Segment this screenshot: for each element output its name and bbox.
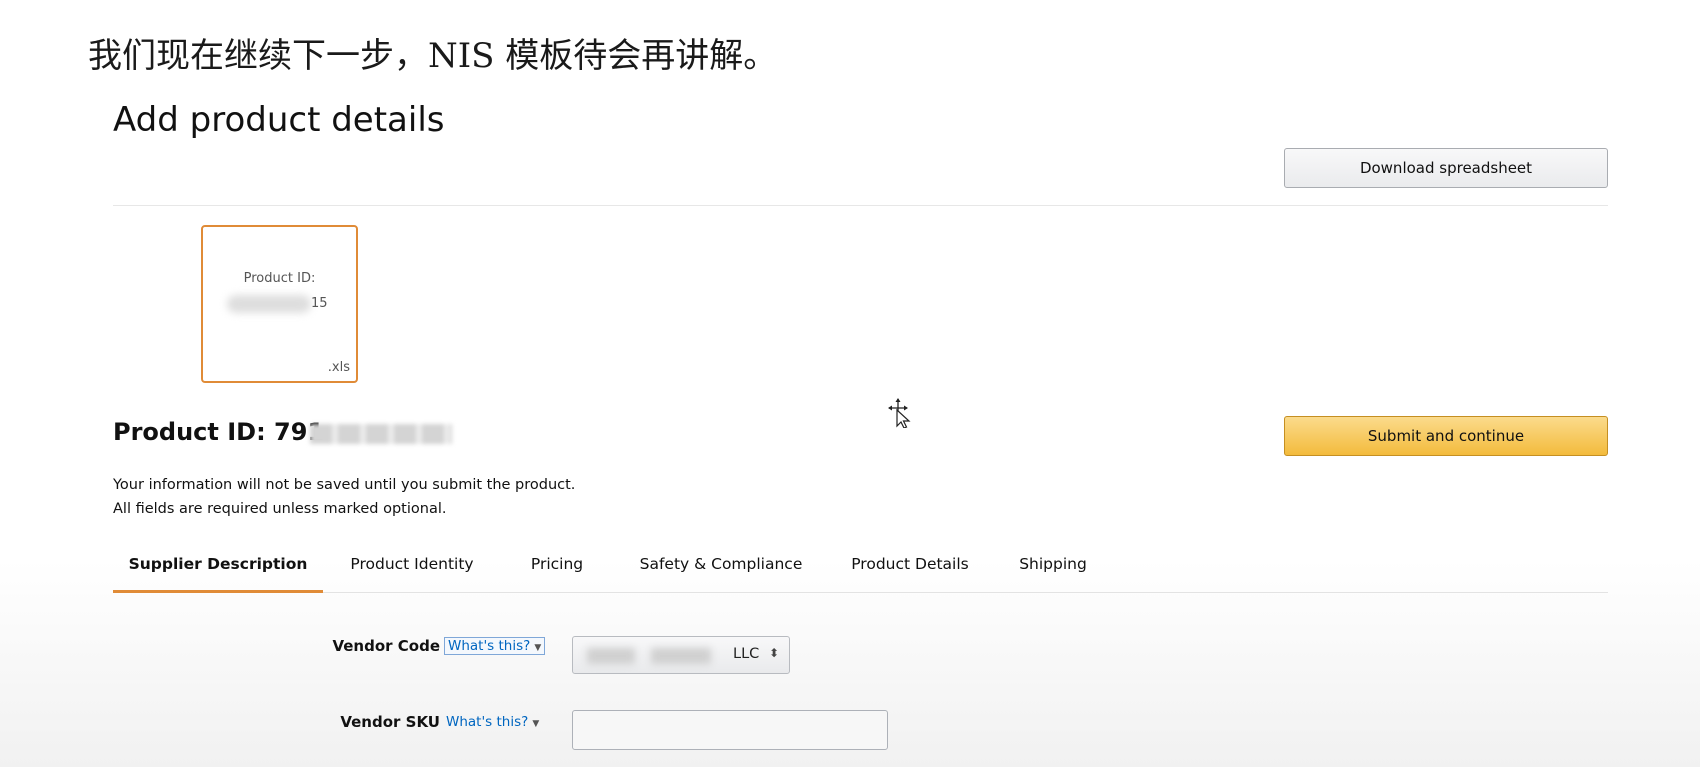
spreadsheet-file-card[interactable]: Product ID: 15 .xls xyxy=(201,225,358,383)
redacted-blur xyxy=(227,295,311,313)
tab-product-details[interactable]: Product Details xyxy=(829,549,991,593)
vendor-code-label: Vendor Code xyxy=(332,637,440,655)
tab-supplier-description[interactable]: Supplier Description xyxy=(113,549,323,593)
vendor-sku-label: Vendor SKU xyxy=(340,713,440,731)
download-spreadsheet-button[interactable]: Download spreadsheet xyxy=(1284,148,1608,188)
file-card-product-id: 15 xyxy=(227,293,332,315)
caret-down-icon: ▼ xyxy=(534,643,542,653)
move-cursor-icon xyxy=(888,398,911,428)
vendor-sku-input[interactable] xyxy=(572,710,888,750)
product-tabs: Supplier Description Product Identity Pr… xyxy=(113,549,1608,593)
tab-safety-compliance[interactable]: Safety & Compliance xyxy=(613,549,829,593)
vendor-code-help-link[interactable]: What's this? ▼ xyxy=(444,637,546,655)
page-title: Add product details xyxy=(113,100,445,140)
help-link-text: What's this? xyxy=(446,714,529,730)
file-card-label: Product ID: xyxy=(243,271,316,286)
vendor-sku-help-link[interactable]: What's this? ▼ xyxy=(446,714,539,730)
vendor-code-selected-value: LLC xyxy=(733,646,760,662)
header-divider xyxy=(113,205,1608,206)
product-id-heading: Product ID: 791 xyxy=(113,418,325,446)
caret-down-icon: ▼ xyxy=(532,719,540,729)
file-extension: .xls xyxy=(327,360,350,375)
file-card-id-suffix: 15 xyxy=(311,296,328,311)
submit-and-continue-button[interactable]: Submit and continue xyxy=(1284,416,1608,456)
tab-shipping[interactable]: Shipping xyxy=(991,549,1115,593)
video-caption: 我们现在继续下一步，NIS 模板待会再讲解。 xyxy=(88,36,778,76)
tab-product-identity[interactable]: Product Identity xyxy=(323,549,501,593)
vendor-code-select[interactable]: LLC ⬍ xyxy=(572,636,790,674)
redacted-blur xyxy=(587,648,635,664)
select-arrows-icon: ⬍ xyxy=(768,646,779,660)
tab-pricing[interactable]: Pricing xyxy=(501,549,613,593)
redacted-blur xyxy=(310,424,452,444)
required-fields-text: All fields are required unless marked op… xyxy=(113,501,447,517)
save-warning-text: Your information will not be saved until… xyxy=(113,477,576,493)
redacted-blur xyxy=(651,648,711,664)
help-link-text: What's this? xyxy=(448,638,531,654)
